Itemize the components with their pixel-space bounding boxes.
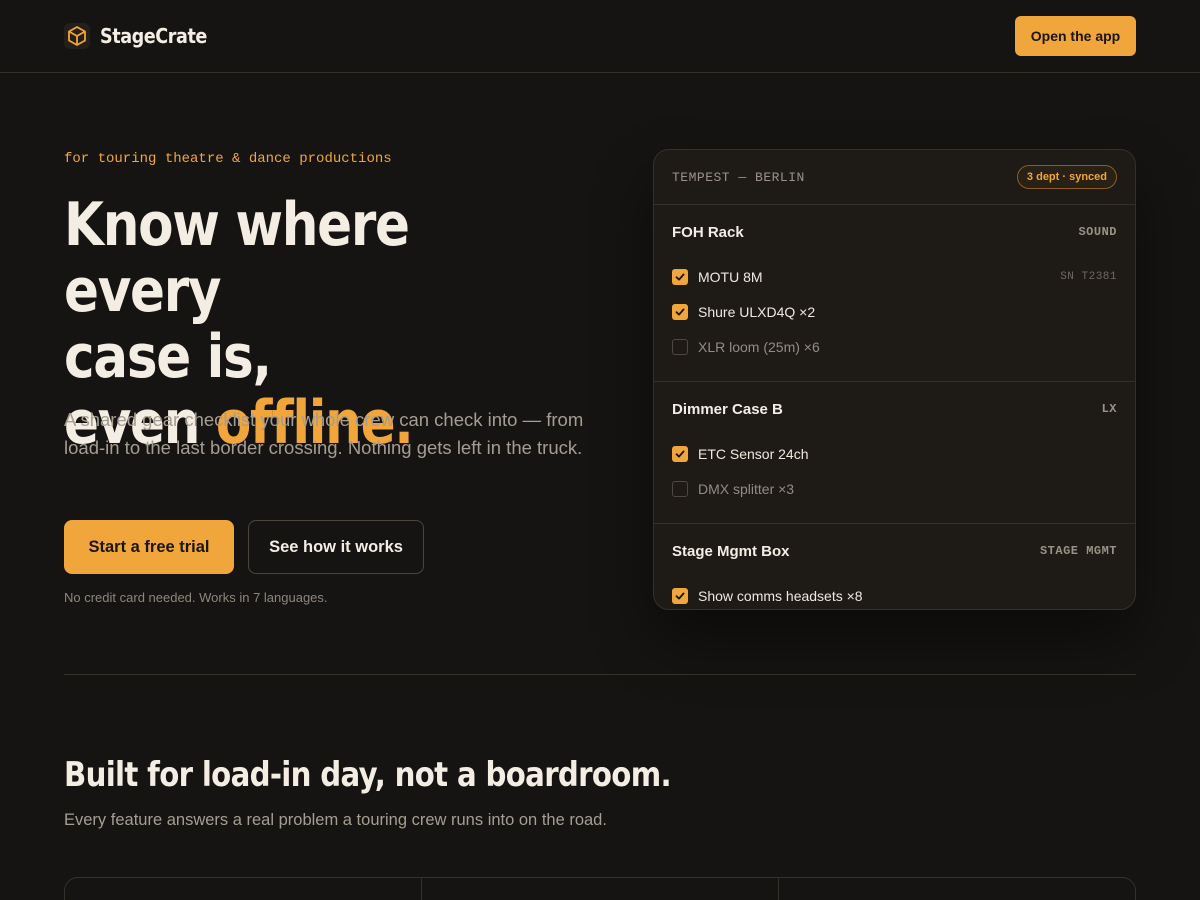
checkbox-unchecked[interactable] bbox=[672, 480, 688, 497]
checklist-item[interactable]: DMX splitter ×3 bbox=[672, 471, 1117, 506]
section-header: FOH Rack SOUND bbox=[672, 205, 1117, 259]
checklist-item[interactable]: ETC Sensor 24ch bbox=[672, 436, 1117, 471]
open-app-button[interactable]: Open the app bbox=[1015, 16, 1136, 56]
checklist-sections: FOH Rack SOUND MOTU 8M SN T2381 Shure ULXD4Q… bbox=[654, 205, 1135, 609]
see-how-it-works-button[interactable]: See how it works bbox=[248, 520, 424, 574]
features-title: Built for load-in day, not a boardroom. bbox=[64, 755, 672, 795]
section-dept-label: LX bbox=[1101, 402, 1117, 416]
top-nav: StageCrate Open the app bbox=[0, 0, 1200, 73]
checklist-header: TEMPEST — BERLIN 3 dept · synced bbox=[654, 150, 1135, 205]
checklist-section: FOH Rack SOUND MOTU 8M SN T2381 Shure ULXD4Q… bbox=[654, 205, 1135, 382]
hero-eyebrow: for touring theatre & dance productions bbox=[64, 151, 392, 167]
checklist-item[interactable]: MOTU 8M SN T2381 bbox=[672, 259, 1117, 294]
section-dept-label: STAGE MGMT bbox=[1039, 544, 1117, 558]
checklist-item-label: MOTU 8M bbox=[698, 268, 763, 285]
checklist-item-label: XLR loom (25m) ×6 bbox=[698, 338, 820, 355]
section-divider bbox=[64, 674, 1136, 675]
feature-card bbox=[422, 878, 779, 900]
checkbox-checked[interactable] bbox=[672, 303, 688, 320]
serial-number: SN T2381 bbox=[1060, 270, 1117, 283]
section-title: FOH Rack bbox=[672, 223, 744, 241]
checklist-item[interactable]: Shure ULXD4Q ×2 bbox=[672, 294, 1117, 329]
feature-card bbox=[65, 878, 422, 900]
checklist-item[interactable]: XLR loom (25m) ×6 bbox=[672, 329, 1117, 364]
checklist-item-label: ETC Sensor 24ch bbox=[698, 445, 809, 462]
box-icon bbox=[64, 23, 90, 49]
hero-note: No credit card needed. Works in 7 langua… bbox=[64, 590, 328, 605]
checkbox-checked[interactable] bbox=[672, 268, 688, 285]
features-subtitle: Every feature answers a real problem a t… bbox=[64, 811, 607, 829]
checklist-item-label: Show comms headsets ×8 bbox=[698, 587, 863, 604]
sync-status-badge: 3 dept · synced bbox=[1016, 165, 1117, 189]
check-icon bbox=[675, 592, 685, 599]
brand[interactable]: StageCrate bbox=[64, 23, 222, 49]
feature-card bbox=[779, 878, 1135, 900]
checklist-item[interactable]: Show comms headsets ×8 bbox=[672, 578, 1117, 609]
section-header: Dimmer Case B LX bbox=[672, 382, 1117, 436]
hero-title-line1: Know where every bbox=[64, 190, 410, 326]
section-header: Stage Mgmt Box STAGE MGMT bbox=[672, 524, 1117, 578]
checklist-item-label: Shure ULXD4Q ×2 bbox=[698, 303, 816, 320]
check-icon bbox=[675, 450, 685, 457]
hero-description: A shared gear checklist your whole crew … bbox=[64, 409, 584, 458]
section-dept-label: SOUND bbox=[1078, 225, 1117, 239]
checklist-title: TEMPEST — BERLIN bbox=[672, 169, 805, 185]
section-title: Dimmer Case B bbox=[672, 400, 783, 418]
features-grid bbox=[64, 877, 1136, 900]
check-icon bbox=[675, 308, 685, 315]
hero-title-line2: case is, bbox=[64, 322, 272, 392]
start-trial-button[interactable]: Start a free trial bbox=[64, 520, 234, 574]
checkbox-checked[interactable] bbox=[672, 587, 688, 604]
section-title: Stage Mgmt Box bbox=[672, 542, 790, 560]
check-icon bbox=[675, 273, 685, 280]
checklist-item-label: DMX splitter ×3 bbox=[698, 480, 795, 497]
checklist-section: Dimmer Case B LX ETC Sensor 24ch DMX splitt… bbox=[654, 382, 1135, 524]
checklist-card: TEMPEST — BERLIN 3 dept · synced FOH Rac… bbox=[653, 149, 1136, 610]
checkbox-checked[interactable] bbox=[672, 445, 688, 462]
checkbox-unchecked[interactable] bbox=[672, 338, 688, 355]
brand-name: StageCrate bbox=[100, 24, 207, 48]
checklist-section: Stage Mgmt Box STAGE MGMT Show comms heads… bbox=[654, 524, 1135, 609]
